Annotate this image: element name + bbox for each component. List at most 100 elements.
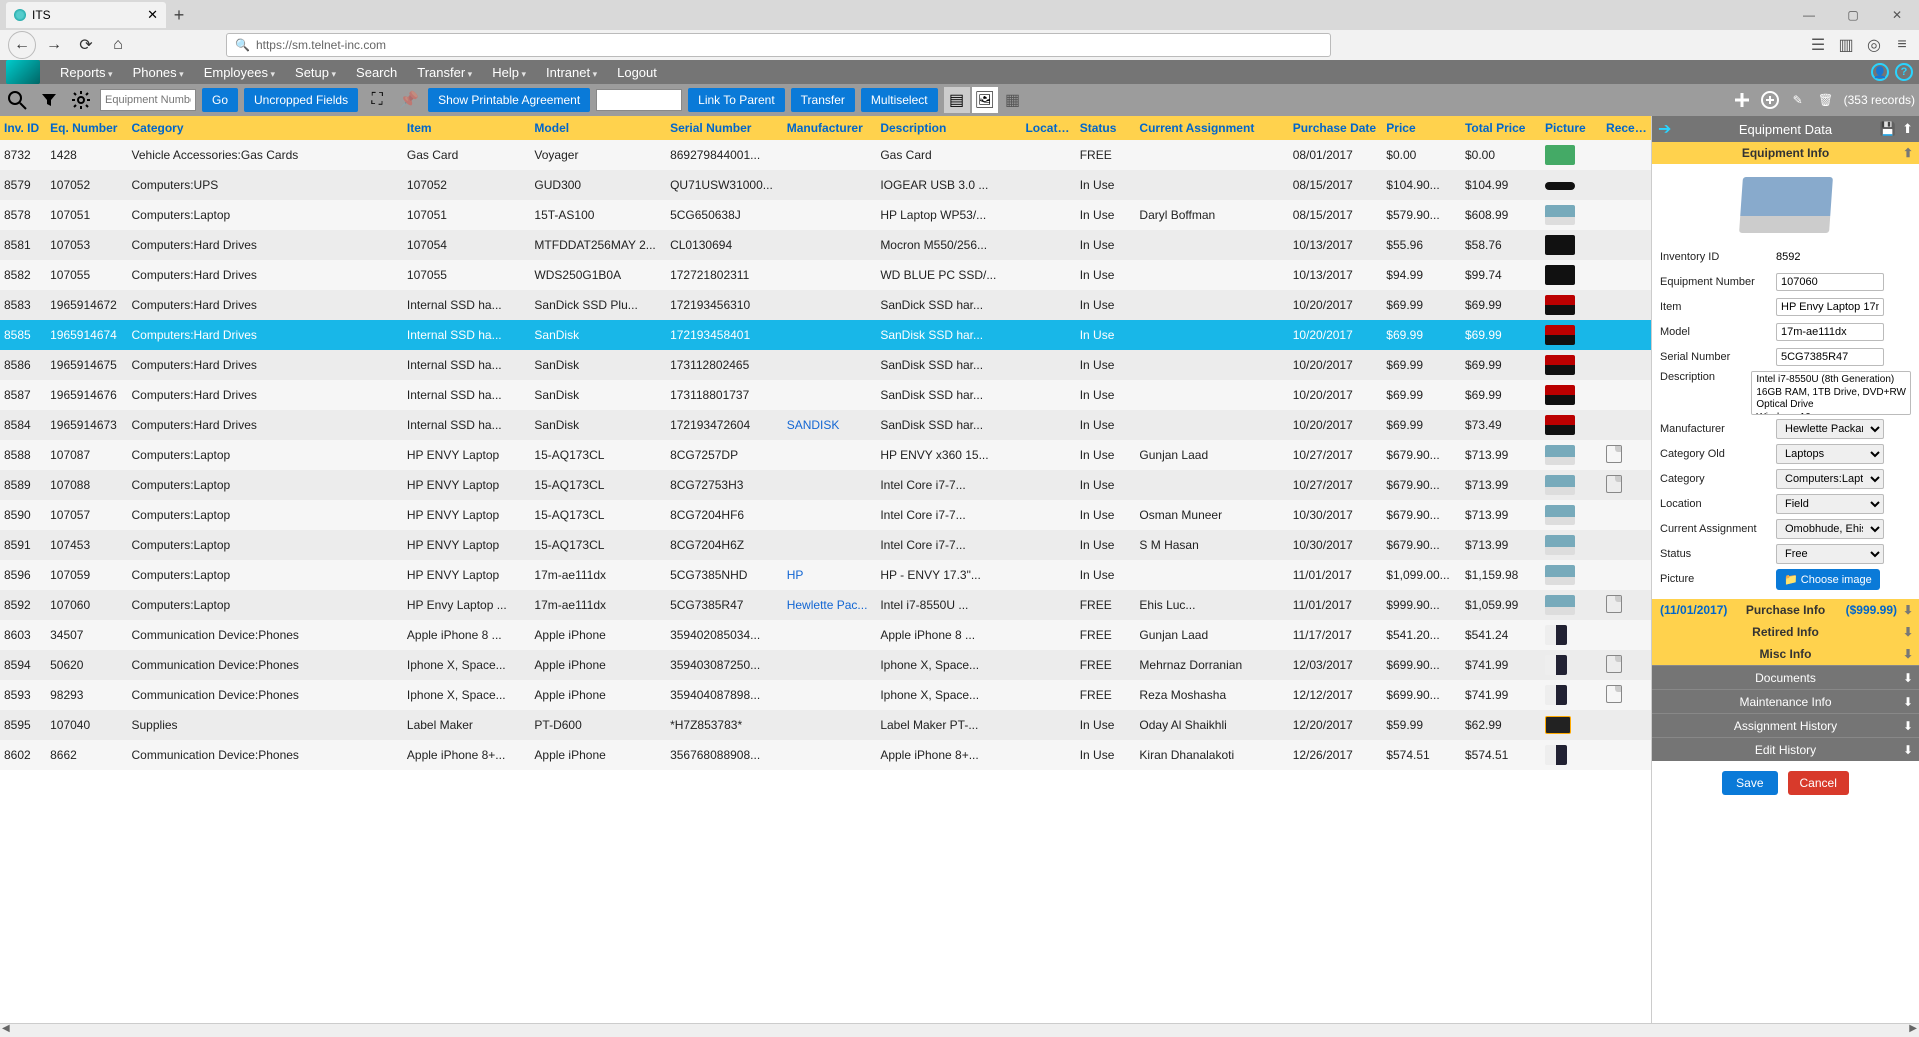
assignment-select[interactable]: Omobhude, Ehis Lucl bbox=[1776, 519, 1884, 539]
col-header[interactable]: Item bbox=[403, 116, 531, 140]
manufacturer-select[interactable]: Hewlette Packard bbox=[1776, 419, 1884, 439]
menu-help[interactable]: Help bbox=[492, 65, 526, 80]
transfer-button[interactable]: Transfer bbox=[791, 88, 855, 112]
description-textarea[interactable] bbox=[1751, 371, 1911, 415]
receipt-icon[interactable] bbox=[1606, 595, 1622, 613]
table-row[interactable]: 8579107052Computers:UPS107052GUD300QU71U… bbox=[0, 170, 1651, 200]
tab-close-icon[interactable]: ✕ bbox=[147, 7, 158, 23]
table-row[interactable]: 8582107055Computers:Hard Drives107055WDS… bbox=[0, 260, 1651, 290]
home-button[interactable]: ⌂ bbox=[104, 31, 132, 59]
col-header[interactable]: Location bbox=[1021, 116, 1075, 140]
col-header[interactable]: Total Price bbox=[1461, 116, 1541, 140]
library-icon[interactable]: ☰ bbox=[1809, 36, 1827, 54]
add-circle-icon[interactable] bbox=[1760, 90, 1780, 110]
grid-view-icon[interactable]: ▦ bbox=[1000, 87, 1026, 113]
col-header[interactable]: Serial Number bbox=[666, 116, 783, 140]
table-row[interactable]: 85861965914675Computers:Hard DrivesInter… bbox=[0, 350, 1651, 380]
table-row[interactable]: 87321428Vehicle Accessories:Gas CardsGas… bbox=[0, 140, 1651, 170]
col-header[interactable]: Model bbox=[530, 116, 666, 140]
menu-search[interactable]: Search bbox=[356, 65, 397, 80]
col-header[interactable]: Price bbox=[1382, 116, 1461, 140]
up-arrow-icon[interactable]: ⬆ bbox=[1902, 121, 1913, 137]
link-to-parent-button[interactable]: Link To Parent bbox=[688, 88, 785, 112]
table-row[interactable]: 8591107453Computers:LaptopHP ENVY Laptop… bbox=[0, 530, 1651, 560]
table-row[interactable]: 8581107053Computers:Hard Drives107054MTF… bbox=[0, 230, 1651, 260]
table-row[interactable]: 85871965914676Computers:Hard DrivesInter… bbox=[0, 380, 1651, 410]
category-old-select[interactable]: Laptops bbox=[1776, 444, 1884, 464]
table-row[interactable]: 860334507Communication Device:PhonesAppl… bbox=[0, 620, 1651, 650]
browser-tab[interactable]: ITS ✕ bbox=[6, 2, 166, 28]
equipment-info-section[interactable]: Equipment Info ⬆ bbox=[1652, 142, 1919, 164]
equipment-search-input[interactable] bbox=[100, 89, 196, 111]
col-header[interactable]: Eq. Number bbox=[46, 116, 127, 140]
col-header[interactable]: Manufacturer bbox=[783, 116, 877, 140]
location-select[interactable]: Field bbox=[1776, 494, 1884, 514]
section-assignment-history[interactable]: Assignment History⬇ bbox=[1652, 713, 1919, 737]
category-select[interactable]: Computers:Laptop bbox=[1776, 469, 1884, 489]
misc-info-section[interactable]: Misc Info⬇ bbox=[1652, 643, 1919, 665]
section-documents[interactable]: Documents⬇ bbox=[1652, 665, 1919, 689]
cancel-button[interactable]: Cancel bbox=[1788, 771, 1849, 795]
col-header[interactable]: Category bbox=[128, 116, 403, 140]
delete-icon[interactable]: 🗑 bbox=[1816, 90, 1836, 110]
filter-icon[interactable] bbox=[36, 87, 62, 113]
help-icon[interactable]: ? bbox=[1895, 63, 1913, 81]
eq-number-input[interactable] bbox=[1776, 273, 1884, 291]
col-header[interactable]: Purchase Date bbox=[1289, 116, 1383, 140]
menu-transfer[interactable]: Transfer bbox=[417, 65, 472, 80]
table-row[interactable]: 8596107059Computers:LaptopHP ENVY Laptop… bbox=[0, 560, 1651, 590]
collapse-panel-icon[interactable]: ➔ bbox=[1658, 119, 1671, 139]
receipt-icon[interactable] bbox=[1606, 445, 1622, 463]
table-row[interactable]: 85851965914674Computers:Hard DrivesInter… bbox=[0, 320, 1651, 350]
table-row[interactable]: 8592107060Computers:LaptopHP Envy Laptop… bbox=[0, 590, 1651, 620]
menu-icon[interactable]: ≡ bbox=[1893, 36, 1911, 54]
save-button[interactable]: Save bbox=[1722, 771, 1777, 795]
col-header[interactable]: Picture bbox=[1541, 116, 1602, 140]
new-tab-button[interactable]: + bbox=[166, 2, 192, 28]
col-header[interactable]: Status bbox=[1076, 116, 1136, 140]
model-input[interactable] bbox=[1776, 323, 1884, 341]
multiselect-button[interactable]: Multiselect bbox=[861, 88, 938, 112]
retired-info-section[interactable]: Retired Info⬇ bbox=[1652, 621, 1919, 643]
close-window-icon[interactable]: ✕ bbox=[1875, 0, 1919, 30]
go-button[interactable]: Go bbox=[202, 88, 238, 112]
table-row[interactable]: 859450620Communication Device:PhonesIpho… bbox=[0, 650, 1651, 680]
save-disk-icon[interactable]: 💾 bbox=[1880, 121, 1896, 137]
horizontal-scrollbar[interactable] bbox=[0, 1023, 1919, 1037]
section-maintenance-info[interactable]: Maintenance Info⬇ bbox=[1652, 689, 1919, 713]
menu-intranet[interactable]: Intranet bbox=[546, 65, 597, 80]
col-header[interactable]: Description bbox=[876, 116, 1021, 140]
uncropped-fields-button[interactable]: Uncropped Fields bbox=[244, 88, 358, 112]
printable-agreement-button[interactable]: Show Printable Agreement bbox=[428, 88, 590, 112]
section-edit-history[interactable]: Edit History⬇ bbox=[1652, 737, 1919, 761]
table-row[interactable]: 859398293Communication Device:PhonesIpho… bbox=[0, 680, 1651, 710]
list-view-icon[interactable]: ▤ bbox=[944, 87, 970, 113]
table-row[interactable]: 85841965914673Computers:Hard DrivesInter… bbox=[0, 410, 1651, 440]
url-bar[interactable]: 🔍 https://sm.telnet-inc.com bbox=[226, 33, 1331, 57]
col-header[interactable]: Current Assignment bbox=[1135, 116, 1288, 140]
image-view-icon[interactable]: 🖼 bbox=[972, 87, 998, 113]
user-icon[interactable]: 👤 bbox=[1871, 63, 1889, 81]
status-select[interactable]: Free bbox=[1776, 544, 1884, 564]
serial-input[interactable] bbox=[1776, 348, 1884, 366]
data-grid[interactable]: Inv. IDEq. NumberCategoryItemModelSerial… bbox=[0, 116, 1651, 1023]
table-row[interactable]: 8595107040SuppliesLabel MakerPT-D600*H7Z… bbox=[0, 710, 1651, 740]
reload-button[interactable]: ⟳ bbox=[72, 31, 100, 59]
minimize-icon[interactable]: — bbox=[1787, 0, 1831, 30]
table-row[interactable]: 86028662Communication Device:PhonesApple… bbox=[0, 740, 1651, 770]
add-icon[interactable] bbox=[1732, 90, 1752, 110]
col-header[interactable]: Inv. ID bbox=[0, 116, 46, 140]
receipt-icon[interactable] bbox=[1606, 475, 1622, 493]
menu-employees[interactable]: Employees bbox=[204, 65, 275, 80]
expand-icon[interactable]: ⛶ bbox=[364, 87, 390, 113]
menu-phones[interactable]: Phones bbox=[133, 65, 184, 80]
table-row[interactable]: 85831965914672Computers:Hard DrivesInter… bbox=[0, 290, 1651, 320]
menu-logout[interactable]: Logout bbox=[617, 65, 657, 80]
table-row[interactable]: 8588107087Computers:LaptopHP ENVY Laptop… bbox=[0, 440, 1651, 470]
forward-button[interactable]: → bbox=[40, 31, 68, 59]
sidebar-icon[interactable]: ▥ bbox=[1837, 36, 1855, 54]
receipt-icon[interactable] bbox=[1606, 685, 1622, 703]
col-header[interactable]: Receipt bbox=[1602, 116, 1651, 140]
magnify-icon[interactable] bbox=[4, 87, 30, 113]
gear-icon[interactable] bbox=[68, 87, 94, 113]
